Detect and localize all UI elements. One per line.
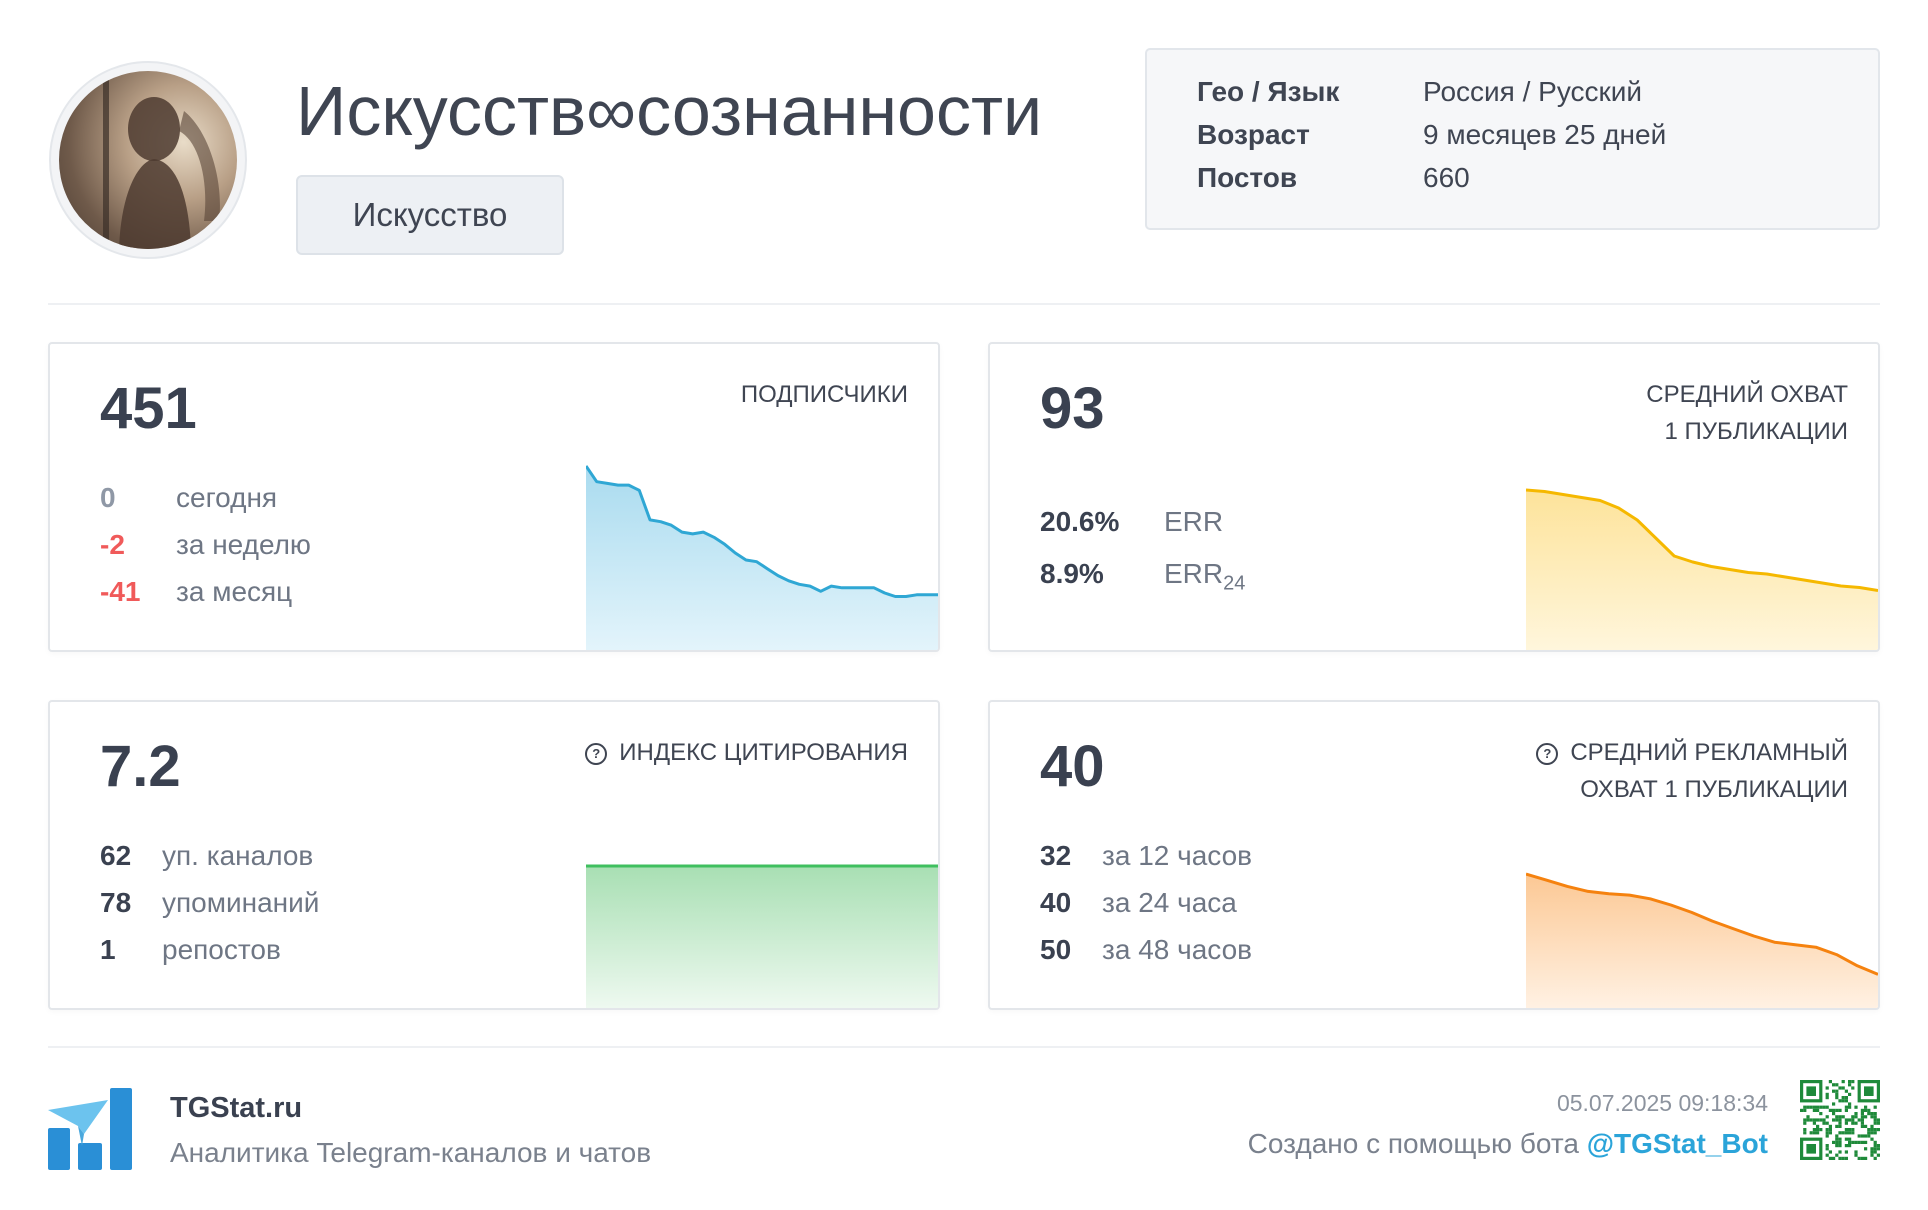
divider — [48, 1046, 1880, 1048]
stat-number: 50 — [1040, 934, 1072, 965]
question-icon[interactable]: ? — [1536, 743, 1559, 765]
ad-reach-card: 40 ? СРЕДНИЙ РЕКЛАМНЫЙ ОХВАТ 1 ПУБЛИКАЦИИ… — [988, 700, 1880, 1010]
avatar-image — [59, 71, 237, 249]
info-value: 660 — [1423, 162, 1470, 193]
question-icon[interactable]: ? — [585, 743, 608, 765]
ad-reach-value: 40 — [1040, 734, 1105, 799]
stat-number: 78 — [100, 887, 132, 918]
citation-card: 7.2 ? ИНДЕКС ЦИТИРОВАНИЯ 62 уп. каналов 7… — [48, 700, 940, 1010]
stat-text: репостов — [162, 934, 281, 965]
stat-text: упоминаний — [162, 887, 320, 918]
stat-number: -2 — [100, 529, 125, 560]
reach-label: СРЕДНИЙ ОХВАТ 1 ПУБЛИКАЦИИ — [1646, 376, 1848, 450]
stat-text: сегодня — [176, 482, 278, 513]
stat-number: 1 — [100, 934, 116, 965]
info-key: Возраст — [1197, 119, 1310, 150]
info-value: 9 месяцев 25 дней — [1423, 119, 1667, 150]
info-key: Постов — [1197, 162, 1298, 193]
sparkline-area — [586, 466, 938, 650]
citation-value: 7.2 — [100, 734, 181, 799]
info-key: Гео / Язык — [1197, 76, 1340, 107]
stat-text: за 24 часа — [1102, 887, 1237, 918]
qr-code-icon — [1800, 1080, 1880, 1160]
brand-tagline: Аналитика Telegram-каналов и чатов — [170, 1137, 652, 1168]
reach-label-line1: СРЕДНИЙ ОХВАТ — [1646, 381, 1848, 408]
stat-text: за 12 часов — [1102, 840, 1253, 871]
reach-label-line2: 1 ПУБЛИКАЦИИ — [1664, 418, 1848, 445]
ad-reach-label-line2: ОХВАТ 1 ПУБЛИКАЦИИ — [1580, 776, 1848, 803]
stat-number: 8.9% — [1040, 558, 1104, 589]
sparkline-area — [1526, 874, 1878, 1008]
info-panel: Гео / Язык Россия / Русский Возраст 9 ме… — [1145, 48, 1880, 230]
sparkline-area — [1526, 490, 1878, 650]
stat-text: за месяц — [176, 576, 293, 607]
citation-sparkline — [586, 864, 938, 1008]
brand-name[interactable]: TGStat.ru — [170, 1092, 302, 1125]
stat-number: 62 — [100, 840, 132, 871]
subscribers-value: 451 — [100, 376, 197, 441]
bot-link[interactable]: @TGStat_Bot — [1587, 1128, 1768, 1159]
channel-title: Искусств∞сознанности — [296, 72, 1043, 150]
err24-sub: 24 — [1223, 572, 1246, 595]
category-badge[interactable]: Искусство — [296, 175, 564, 255]
err24-label: ERR — [1164, 558, 1224, 589]
subscribers-card: 451 ПОДПИСЧИКИ 0 сегодня -2 за неделю -4… — [48, 342, 940, 652]
stat-text: ERR — [1164, 506, 1224, 537]
info-value: Россия / Русский — [1423, 76, 1643, 107]
timestamp: 05.07.2025 09:18:34 — [1556, 1090, 1768, 1116]
stat-text: за неделю — [176, 529, 311, 560]
divider — [48, 303, 1880, 305]
stat-text: уп. каналов — [162, 840, 314, 871]
subscribers-label: ПОДПИСЧИКИ — [740, 381, 908, 408]
stat-text: за 48 часов — [1102, 934, 1253, 965]
made-with-text: Создано с помощью бота — [1247, 1128, 1579, 1159]
stat-number: 40 — [1040, 887, 1072, 918]
stat-number: -41 — [100, 576, 141, 607]
ad-reach-sparkline — [1526, 872, 1878, 1008]
ad-reach-label: ? СРЕДНИЙ РЕКЛАМНЫЙ ОХВАТ 1 ПУБЛИКАЦИИ — [1536, 734, 1848, 808]
tgstat-logo-icon[interactable] — [48, 1088, 132, 1170]
reach-card: 93 СРЕДНИЙ ОХВАТ 1 ПУБЛИКАЦИИ 20.6% ERR … — [988, 342, 1880, 652]
stat-number: 32 — [1040, 840, 1072, 871]
avatar — [49, 61, 247, 259]
stat-text: ERR24 — [1164, 556, 1245, 602]
reach-value: 93 — [1040, 376, 1105, 441]
citation-label-text: ИНДЕКС ЦИТИРОВАНИЯ — [619, 739, 908, 766]
ad-reach-label-line1: ? СРЕДНИЙ РЕКЛАМНЫЙ — [1536, 734, 1848, 771]
ad-label-line1-text: СРЕДНИЙ РЕКЛАМНЫЙ — [1570, 739, 1848, 766]
tgstat-card: Искусств∞сознанности Искусство Гео / Язы… — [0, 0, 1928, 1210]
made-with: Создано с помощью бота @TGStat_Bot — [1248, 1128, 1768, 1160]
citation-label: ? ИНДЕКС ЦИТИРОВАНИЯ — [585, 734, 908, 771]
stat-number: 0 — [100, 482, 116, 513]
reach-sparkline — [1526, 488, 1878, 650]
stat-number: 20.6% — [1040, 506, 1120, 537]
subscribers-sparkline — [586, 465, 938, 650]
sparkline-area — [586, 866, 938, 1008]
